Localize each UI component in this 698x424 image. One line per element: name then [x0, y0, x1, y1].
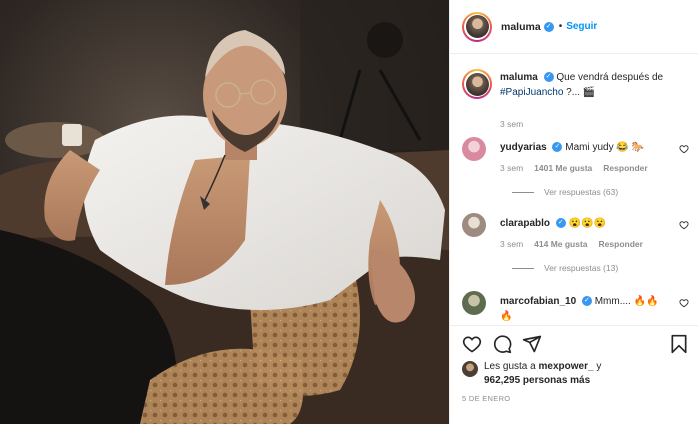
comment-time[interactable]: 3 sem: [500, 163, 523, 173]
post-header: maluma ✓ • Seguir: [450, 0, 698, 54]
caption: maluma ✓ Que vendrá después de #PapiJuan…: [462, 67, 689, 137]
clapper-emoji: 🎬: [582, 87, 596, 98]
comment-meta: 3 sem 1401 Me gusta Responder: [500, 163, 648, 173]
comment-body: 😮😮😮: [568, 218, 606, 229]
verified-badge-icon: ✓: [555, 218, 566, 229]
post-photo[interactable]: [0, 0, 449, 424]
share-icon[interactable]: [522, 334, 542, 354]
comment-body: Mami yudy 😂 🐎: [565, 142, 645, 153]
comment-body: Mmm.... 🔥🔥: [594, 296, 659, 307]
avatar: [465, 15, 489, 38]
avatar-inner: [464, 13, 490, 40]
heart-icon[interactable]: [462, 334, 482, 354]
comment-likes[interactable]: 414 Me gusta: [534, 239, 587, 249]
bookmark-icon[interactable]: [669, 334, 689, 354]
verified-badge-icon: ✓: [543, 72, 554, 83]
likes-connector: y: [596, 361, 602, 372]
comment-body-line2: 🔥: [500, 311, 513, 322]
view-replies-button[interactable]: Ver respuestas (13): [512, 263, 618, 273]
caption-suffix: ?...: [566, 87, 581, 98]
instagram-post-view: maluma ✓ • Seguir maluma ✓ Que vendrá de…: [0, 0, 698, 424]
separator-dot: •: [558, 21, 563, 32]
caption-avatar[interactable]: [462, 69, 492, 99]
author-avatar-story-ring[interactable]: [462, 11, 492, 42]
avatar: [465, 72, 489, 96]
view-replies-label: Ver respuestas (13): [544, 263, 619, 273]
commenter-username[interactable]: yudyarias: [500, 142, 547, 153]
verified-badge-icon: ✓: [543, 21, 554, 32]
comment-like-heart-icon[interactable]: [679, 144, 689, 154]
comment-meta: 3 sem 414 Me gusta Responder: [500, 239, 643, 249]
commenter-avatar[interactable]: [462, 291, 486, 315]
commenter-username[interactable]: clarapablo: [500, 218, 550, 229]
reply-button[interactable]: Responder: [599, 239, 643, 249]
view-replies-button[interactable]: Ver respuestas (63): [512, 187, 618, 197]
comment: marcofabian_10 ✓ Mmm.... 🔥🔥 🔥: [462, 291, 689, 325]
caption-text: maluma ✓ Que vendrá después de #PapiJuan…: [500, 70, 695, 100]
commenter-username[interactable]: marcofabian_10: [500, 296, 576, 307]
view-replies-label: Ver respuestas (63): [544, 187, 619, 197]
comment: clarapablo ✓ 😮😮😮 3 sem 414 Me gusta Resp…: [462, 213, 689, 283]
liker-username[interactable]: mexpower_: [539, 361, 594, 372]
reply-button[interactable]: Responder: [603, 163, 647, 173]
comment-like-heart-icon[interactable]: [679, 298, 689, 308]
action-icons: [462, 334, 689, 356]
photo-illustration: [0, 0, 449, 424]
likes-text: Les gusta a mexpower_ y 962,295 personas…: [484, 360, 601, 388]
comments-scroll-area[interactable]: maluma ✓ Que vendrá después de #PapiJuan…: [450, 55, 698, 325]
comment-like-heart-icon[interactable]: [679, 220, 689, 230]
verified-badge-icon: ✓: [581, 296, 592, 307]
hashtag-link[interactable]: #PapiJuancho: [500, 87, 563, 98]
post-date[interactable]: 5 DE ENERO: [462, 394, 510, 403]
likes-summary: Les gusta a mexpower_ y 962,295 personas…: [462, 360, 689, 388]
likes-count[interactable]: 962,295 personas más: [484, 375, 590, 386]
comment-text: yudyarias ✓ Mami yudy 😂 🐎: [500, 140, 695, 155]
likes-prefix: Les gusta a: [484, 361, 536, 372]
liker-avatar[interactable]: [462, 361, 478, 377]
comment-text: clarapablo ✓ 😮😮😮: [500, 216, 695, 231]
caption-username[interactable]: maluma: [500, 72, 538, 83]
commenter-avatar[interactable]: [462, 137, 486, 161]
post-sidebar: maluma ✓ • Seguir maluma ✓ Que vendrá de…: [449, 0, 698, 424]
verified-badge-icon: ✓: [552, 142, 563, 153]
comment: yudyarias ✓ Mami yudy 😂 🐎 3 sem 1401 Me …: [462, 137, 689, 207]
replies-line: [512, 267, 534, 269]
caption-body: Que vendrá después de: [556, 72, 664, 83]
caption-time[interactable]: 3 sem: [500, 119, 523, 129]
comment-time[interactable]: 3 sem: [500, 239, 523, 249]
comment-likes[interactable]: 1401 Me gusta: [534, 163, 592, 173]
author-username[interactable]: maluma: [501, 21, 541, 33]
commenter-avatar[interactable]: [462, 213, 486, 237]
post-actions: Les gusta a mexpower_ y 962,295 personas…: [450, 325, 698, 424]
comment-text: marcofabian_10 ✓ Mmm.... 🔥🔥 🔥: [500, 294, 695, 324]
comment-icon[interactable]: [492, 334, 512, 354]
avatar-inner: [464, 71, 490, 97]
replies-line: [512, 191, 534, 193]
follow-button[interactable]: Seguir: [566, 21, 597, 32]
